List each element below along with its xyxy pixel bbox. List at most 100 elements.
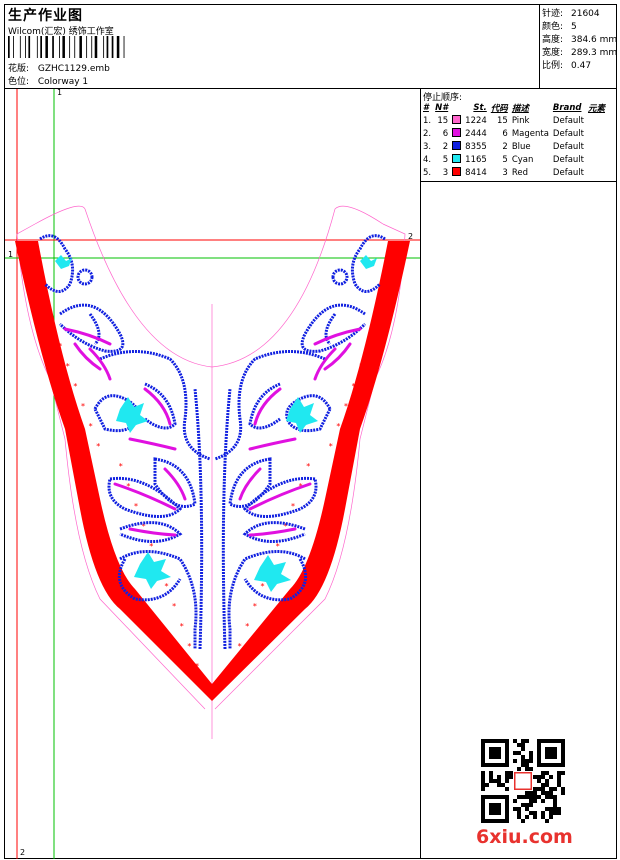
table-row: 1. 15 1224 15 Pink Default bbox=[421, 114, 607, 127]
cell-elem bbox=[586, 166, 607, 179]
cell-desc: Pink bbox=[511, 115, 530, 126]
svg-text:*: * bbox=[134, 502, 138, 511]
svg-text:*: * bbox=[66, 362, 70, 371]
cell-swatch bbox=[450, 140, 463, 153]
guide-label: 2 bbox=[20, 848, 25, 857]
svg-text:*: * bbox=[149, 542, 153, 551]
cell-code: 15 bbox=[496, 115, 508, 126]
col-header: 代码 bbox=[490, 103, 508, 114]
svg-text:*: * bbox=[20, 242, 24, 251]
cell-swatch bbox=[450, 127, 463, 140]
stat-height: 高度: 384.6 mm bbox=[542, 35, 618, 45]
cell-n: 2 bbox=[442, 141, 449, 152]
watermark-logo: 6xiu.com bbox=[476, 826, 573, 848]
cell-elem bbox=[586, 114, 607, 127]
colorway-label: 色位: bbox=[8, 77, 30, 87]
cell-elem bbox=[586, 127, 607, 140]
cell-swatch bbox=[450, 153, 463, 166]
svg-text:*: * bbox=[390, 282, 394, 291]
svg-text:*: * bbox=[260, 582, 264, 591]
svg-text:*: * bbox=[359, 362, 363, 371]
cell-n: 15 bbox=[437, 115, 449, 126]
col-header: St. bbox=[473, 102, 487, 113]
svg-text:*: * bbox=[230, 662, 234, 671]
svg-text:*: * bbox=[195, 662, 199, 671]
cell-code: 6 bbox=[502, 128, 508, 139]
svg-text:*: * bbox=[238, 642, 242, 651]
svg-text:*: * bbox=[382, 302, 386, 311]
cell-idx: 3. bbox=[423, 141, 432, 152]
stat-stitches: 针迹: 21604 bbox=[542, 9, 600, 19]
table-row: 2. 6 2444 6 Magenta Default bbox=[421, 127, 607, 140]
svg-text:*: * bbox=[187, 642, 191, 651]
svg-text:*: * bbox=[352, 382, 356, 391]
svg-text:*: * bbox=[375, 322, 379, 331]
svg-text:*: * bbox=[367, 342, 371, 351]
colorway-field: 色位: Colorway 1 bbox=[8, 74, 88, 87]
cell-n: 5 bbox=[442, 154, 449, 165]
col-header: Brand bbox=[552, 102, 582, 113]
svg-text:*: * bbox=[291, 502, 295, 511]
design-label: 花版: bbox=[8, 64, 30, 74]
cell-n: 3 bbox=[442, 167, 449, 178]
cell-st: 2444 bbox=[465, 128, 487, 139]
table-header-row: # N# St. 代码 描述 Brand 元素 bbox=[421, 101, 607, 114]
col-header: N# bbox=[435, 102, 449, 113]
red-border-band bbox=[15, 241, 410, 701]
guide-label: 1 bbox=[57, 89, 62, 97]
svg-text:*: * bbox=[50, 322, 54, 331]
svg-text:*: * bbox=[306, 462, 310, 471]
color-swatch bbox=[452, 128, 462, 137]
cell-code: 2 bbox=[502, 141, 508, 152]
svg-text:*: * bbox=[276, 542, 280, 551]
color-swatch bbox=[452, 167, 462, 176]
cell-idx: 1. bbox=[423, 115, 432, 126]
svg-text:*: * bbox=[35, 282, 39, 291]
cell-swatch bbox=[450, 166, 463, 179]
svg-text:*: * bbox=[253, 602, 257, 611]
design-field: 花版: GZHC1129.emb bbox=[8, 61, 110, 74]
cell-brand: Default bbox=[552, 154, 584, 165]
cell-desc: Cyan bbox=[511, 154, 534, 165]
stat-scale: 比例: 0.47 bbox=[542, 61, 592, 71]
svg-text:*: * bbox=[344, 402, 348, 411]
cell-st: 8414 bbox=[465, 167, 487, 178]
cell-idx: 4. bbox=[423, 154, 432, 165]
embroidery-design: 1 2 1 2 * * * * * * * * * * * * * * * * * * * * * * * * * * * * * * * *… bbox=[5, 89, 420, 859]
svg-text:*: * bbox=[397, 262, 401, 271]
col-header: 元素 bbox=[587, 103, 605, 114]
table-divider bbox=[420, 181, 617, 182]
stat-width: 宽度: 289.3 mm bbox=[542, 48, 618, 58]
cell-st: 1224 bbox=[465, 115, 487, 126]
col-header: 描述 bbox=[511, 103, 529, 114]
cell-st: 8355 bbox=[465, 141, 487, 152]
svg-text:*: * bbox=[336, 422, 340, 431]
cell-n: 6 bbox=[442, 128, 449, 139]
cell-swatch bbox=[450, 114, 463, 127]
cell-idx: 2. bbox=[423, 128, 432, 139]
svg-text:*: * bbox=[405, 242, 409, 251]
cell-st: 1165 bbox=[465, 154, 487, 165]
cell-elem bbox=[586, 140, 607, 153]
guide-label: 1 bbox=[8, 250, 13, 259]
cell-idx: 5. bbox=[423, 167, 432, 178]
design-value: GZHC1129.emb bbox=[37, 64, 110, 74]
svg-text:*: * bbox=[172, 602, 176, 611]
svg-text:*: * bbox=[329, 442, 333, 451]
guide-label: 2 bbox=[408, 232, 413, 241]
stats-divider bbox=[539, 4, 540, 88]
svg-text:*: * bbox=[73, 382, 77, 391]
color-swatch bbox=[452, 141, 462, 150]
svg-text:*: * bbox=[96, 442, 100, 451]
colorway-value: Colorway 1 bbox=[37, 77, 89, 87]
cell-desc: Blue bbox=[511, 141, 531, 152]
cell-code: 3 bbox=[502, 167, 508, 178]
cell-desc: Red bbox=[511, 167, 528, 178]
svg-text:*: * bbox=[119, 462, 123, 471]
svg-text:*: * bbox=[89, 422, 93, 431]
cell-desc: Magenta bbox=[511, 128, 549, 139]
cell-brand: Default bbox=[552, 167, 584, 178]
cell-brand: Default bbox=[552, 115, 584, 126]
stat-colors: 颜色: 5 bbox=[542, 22, 577, 32]
svg-text:*: * bbox=[58, 342, 62, 351]
